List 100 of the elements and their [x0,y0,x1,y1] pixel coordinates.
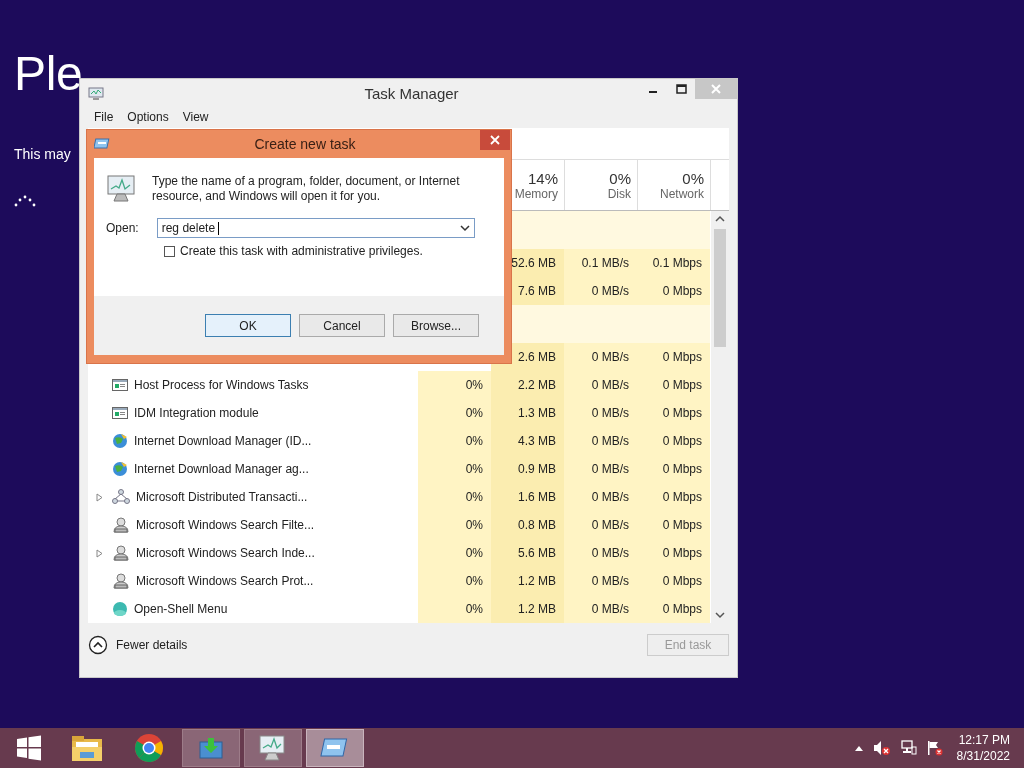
table-cell: 0.1 MB/s [564,249,637,277]
window-icon [112,405,128,421]
dialog-title: Create new task [253,136,357,152]
user-drive-icon [112,573,130,589]
close-button[interactable] [480,130,510,150]
flag-icon[interactable] [926,740,943,756]
caret-icon[interactable] [854,745,863,751]
spinner-icon [14,195,36,207]
table-cell: 0 MB/s [564,567,637,595]
table-cell: 0.1 Mbps [637,249,710,277]
table-cell: 0 MB/s [564,483,637,511]
close-icon [490,135,500,145]
globe-icon [112,461,128,477]
table-cell: 0 Mbps [637,343,710,371]
process-name[interactable]: Open-Shell Menu [134,602,228,616]
table-cell: 0% [418,539,491,567]
dropdown-icon[interactable] [459,224,470,232]
clock-time[interactable]: 12:17 PM [958,732,1010,748]
dialog-button[interactable]: Cancel [299,314,385,337]
table-cell: 2.2 MB [491,371,564,399]
setup-title: Ple [14,46,83,101]
process-name[interactable]: Microsoft Windows Search Inde... [136,546,315,560]
table-cell: 0.8 MB [491,511,564,539]
run-icon [320,737,350,759]
table-cell: 0 Mbps [637,539,710,567]
table-cell: 0 Mbps [637,511,710,539]
process-name[interactable]: Internet Download Manager ag... [134,462,309,476]
maximize-icon [675,84,687,94]
table-cell: 0 MB/s [564,399,637,427]
fewer-details-link[interactable]: Fewer details [116,638,188,652]
table-cell: 0 MB/s [564,371,637,399]
table-cell: 0 MB/s [564,455,637,483]
download-icon [198,736,224,760]
muted-speaker-icon[interactable] [872,740,891,756]
table-cell: 0 Mbps [637,277,710,305]
globe-icon [112,433,128,449]
table-cell: 4.3 MB [491,427,564,455]
browser-icon [134,733,164,763]
network-icon [112,489,130,505]
table-cell: 1.6 MB [491,483,564,511]
checkbox[interactable] [164,245,175,257]
minimize-icon [649,91,657,93]
expand-arrow-icon[interactable] [96,548,103,558]
table-cell: 0 MB/s [564,427,637,455]
dialog-message: Type the name of a program, folder, document, or Internet resource, and Windows will open it for you. [152,174,461,204]
table-cell: 1.2 MB [491,595,564,623]
table-cell: 0 Mbps [637,595,710,623]
table-cell: 0 MB/s [564,277,637,305]
process-name[interactable]: IDM Integration module [134,406,259,420]
dialog-button[interactable]: Browse... [393,314,479,337]
open-field[interactable]: reg delete [156,218,475,238]
dialog-button[interactable]: OK [205,314,291,337]
table-cell: 1.2 MB [491,567,564,595]
table-cell: 0 Mbps [637,427,710,455]
run-icon [94,138,110,150]
table-cell: 1.3 MB [491,399,564,427]
setup-subtitle: This may [14,146,71,162]
table-cell: 0% [418,399,491,427]
checkbox-label[interactable]: Create this task with administrative privileges. [180,244,423,258]
network-icon[interactable] [900,740,917,756]
open-label: Open: [106,221,139,235]
table-cell: 0 MB/s [564,343,637,371]
menu-item[interactable]: View [182,110,209,128]
scroll-down-icon[interactable] [715,611,725,619]
table-cell: 0 MB/s [564,511,637,539]
table-cell: 0.9 MB [491,455,564,483]
process-name[interactable]: Host Process for Windows Tasks [134,378,309,392]
scrollbar-thumb[interactable] [714,229,726,347]
monitor-icon [106,174,138,204]
table-cell: 0 Mbps [637,483,710,511]
table-cell: 0% [418,511,491,539]
table-cell: 5.6 MB [491,539,564,567]
collapse-icon[interactable] [88,635,108,655]
table-cell: 0 MB/s [564,595,637,623]
table-cell: 0% [418,595,491,623]
expand-arrow-icon[interactable] [96,492,103,502]
window-title: Task Manager [363,85,460,102]
menu-item[interactable]: File [94,110,114,128]
table-cell: 0 Mbps [637,455,710,483]
menu-item[interactable]: Options [127,110,169,128]
column-header[interactable]: 0% Disk [564,160,637,210]
scroll-up-icon[interactable] [715,215,725,223]
user-drive-icon [112,545,130,561]
table-cell: 0 Mbps [637,567,710,595]
close-icon [711,84,721,94]
process-name[interactable]: Microsoft Windows Search Prot... [136,574,314,588]
process-name[interactable]: Internet Download Manager (ID... [134,434,312,448]
process-name[interactable]: Microsoft Windows Search Filte... [136,518,315,532]
table-cell: 0% [418,483,491,511]
table-cell: 0% [418,455,491,483]
sphere-icon [112,601,128,617]
column-header[interactable]: 0% Network [637,160,710,210]
monitor-icon [88,86,104,101]
process-name[interactable]: Microsoft Distributed Transacti... [136,490,308,504]
table-cell: 0 Mbps [637,371,710,399]
taskbar-button[interactable] [244,729,302,767]
folder-icon [70,733,104,763]
clock-date[interactable]: 8/31/2022 [956,748,1010,764]
table-cell: 0 MB/s [564,539,637,567]
taskbar-button[interactable] [306,729,364,767]
